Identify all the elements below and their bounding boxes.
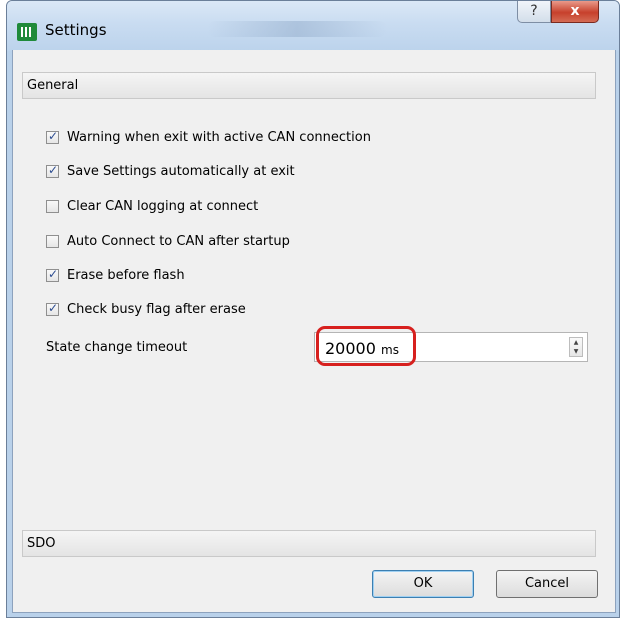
- section-header-general[interactable]: General: [22, 72, 596, 99]
- title-bar[interactable]: Settings ? x: [7, 1, 619, 51]
- checkbox-save-settings[interactable]: [46, 163, 59, 178]
- checkbox-auto-connect[interactable]: [46, 234, 59, 248]
- option-label: Save Settings automatically at exit: [67, 163, 295, 179]
- app-icon: [17, 23, 37, 41]
- checkbox-check-busy-flag[interactable]: [46, 301, 59, 316]
- option-label: Clear CAN logging at connect: [67, 198, 259, 214]
- section-header-sdo[interactable]: SDO: [22, 530, 596, 557]
- option-label: Check busy flag after erase: [67, 301, 246, 317]
- close-button[interactable]: x: [551, 1, 599, 23]
- arrow-up-icon[interactable]: ▲: [570, 338, 582, 347]
- option-label: Auto Connect to CAN after startup: [67, 233, 290, 249]
- option-clear-logging[interactable]: Clear CAN logging at connect: [46, 197, 258, 215]
- option-label: Erase before flash: [67, 267, 185, 283]
- spin-arrows[interactable]: ▲ ▼: [569, 337, 583, 357]
- dialog-title: Settings: [45, 21, 107, 39]
- ok-button[interactable]: OK: [372, 570, 474, 598]
- arrow-down-icon[interactable]: ▼: [570, 347, 582, 356]
- option-warning-exit[interactable]: Warning when exit with active CAN connec…: [46, 128, 371, 146]
- option-erase-before-flash[interactable]: Erase before flash: [46, 266, 185, 284]
- option-label: Warning when exit with active CAN connec…: [67, 129, 371, 145]
- timeout-label: State change timeout: [46, 340, 188, 355]
- option-auto-connect[interactable]: Auto Connect to CAN after startup: [46, 232, 290, 250]
- cancel-button[interactable]: Cancel: [496, 570, 598, 598]
- checkbox-erase-before-flash[interactable]: [46, 267, 59, 282]
- checkbox-clear-logging[interactable]: [46, 199, 59, 213]
- help-button[interactable]: ?: [517, 1, 551, 23]
- checkbox-warning-exit[interactable]: [46, 129, 59, 144]
- option-save-settings[interactable]: Save Settings automatically at exit: [46, 162, 295, 180]
- highlight-annotation: [316, 326, 416, 366]
- option-check-busy-flag[interactable]: Check busy flag after erase: [46, 300, 246, 318]
- background-window-title: [207, 21, 387, 37]
